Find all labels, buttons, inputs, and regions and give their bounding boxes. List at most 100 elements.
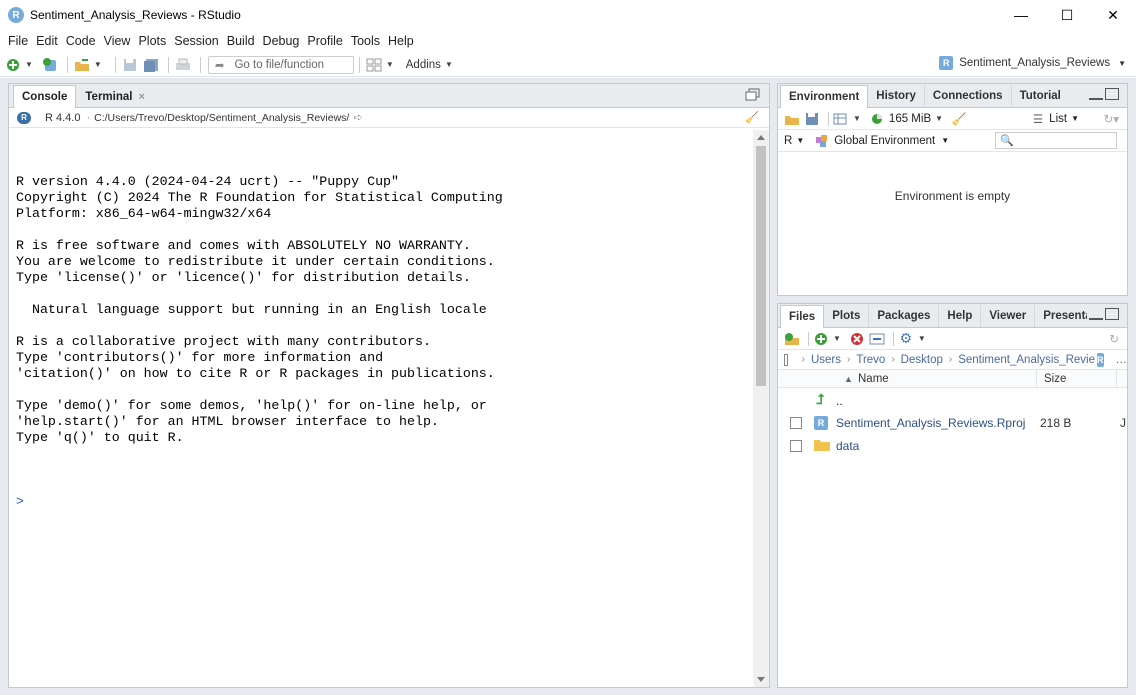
- close-icon[interactable]: ×: [138, 91, 144, 103]
- scroll-thumb[interactable]: [756, 146, 766, 386]
- breadcrumb-trevo[interactable]: Trevo: [856, 354, 885, 366]
- minimize-pane-icon[interactable]: [1089, 88, 1103, 100]
- chevron-down-icon[interactable]: ▼: [445, 60, 453, 69]
- print-icon[interactable]: [174, 56, 192, 74]
- project-menu[interactable]: R Sentiment_Analysis_Reviews ▼: [939, 56, 1126, 70]
- goto-file-input[interactable]: ➦ Go to file/function: [207, 55, 354, 74]
- menu-view[interactable]: View: [100, 34, 135, 48]
- minimize-button[interactable]: —: [998, 0, 1044, 30]
- working-directory[interactable]: C:/Users/Trevo/Desktop/Sentiment_Analysi…: [94, 112, 349, 124]
- column-name[interactable]: Name: [858, 373, 889, 385]
- refresh-icon[interactable]: ↻▾: [1104, 112, 1119, 126]
- grid-layout-icon[interactable]: [365, 56, 383, 74]
- tab-packages[interactable]: Packages: [869, 305, 940, 327]
- chevron-down-icon[interactable]: ▼: [94, 60, 102, 69]
- chevron-down-icon[interactable]: ▼: [833, 334, 841, 343]
- save-all-icon[interactable]: [142, 56, 160, 74]
- chevron-down-icon[interactable]: ▼: [941, 136, 949, 145]
- file-modified: J: [1120, 415, 1126, 430]
- new-file-icon[interactable]: [4, 56, 22, 74]
- view-mode-menu[interactable]: ☰ List ▼: [1033, 112, 1079, 126]
- menu-build[interactable]: Build: [223, 34, 259, 48]
- tab-viewer[interactable]: Viewer: [981, 305, 1036, 327]
- chevron-down-icon[interactable]: ▼: [918, 334, 926, 343]
- more-icon[interactable]: …: [1116, 354, 1128, 366]
- tab-files[interactable]: Files: [780, 305, 825, 328]
- new-project-icon[interactable]: [41, 56, 59, 74]
- addins-menu[interactable]: Addins: [406, 59, 441, 71]
- tab-terminal[interactable]: Terminal ×: [76, 85, 154, 107]
- load-workspace-icon[interactable]: [784, 111, 800, 127]
- breadcrumb-desktop[interactable]: Desktop: [901, 354, 943, 366]
- maximize-button[interactable]: ☐: [1044, 0, 1090, 30]
- console-output[interactable]: R version 4.4.0 (2024-04-24 ucrt) -- "Pu…: [9, 130, 753, 687]
- chevron-down-icon[interactable]: ▼: [386, 60, 394, 69]
- console-prompt[interactable]: >: [16, 494, 753, 510]
- goto-placeholder: Go to file/function: [234, 58, 324, 71]
- language-select[interactable]: R: [784, 135, 792, 147]
- menu-profile[interactable]: Profile: [303, 34, 346, 48]
- rproject-icon: R: [1097, 352, 1104, 367]
- tab-tutorial[interactable]: Tutorial: [1012, 85, 1069, 107]
- delete-icon[interactable]: [849, 331, 865, 347]
- rename-icon[interactable]: [869, 331, 885, 347]
- tab-history[interactable]: History: [868, 85, 925, 107]
- new-folder-icon[interactable]: [784, 331, 800, 347]
- menu-code[interactable]: Code: [62, 34, 100, 48]
- pane-restore-button[interactable]: [745, 88, 761, 102]
- breadcrumb-users[interactable]: Users: [811, 354, 841, 366]
- console-line: Type 'contributors()' for more informati…: [16, 350, 384, 365]
- open-file-icon[interactable]: [73, 56, 91, 74]
- menu-plots[interactable]: Plots: [134, 34, 170, 48]
- menu-file[interactable]: File: [4, 34, 32, 48]
- console-line: Type 'license()' or 'licence()' for dist…: [16, 270, 471, 285]
- file-checkbox[interactable]: [790, 439, 802, 452]
- goto-directory-icon[interactable]: ➪: [353, 111, 362, 124]
- new-blank-file-icon[interactable]: [813, 331, 829, 347]
- select-all-checkbox[interactable]: [784, 353, 788, 366]
- save-workspace-icon[interactable]: [804, 111, 820, 127]
- breadcrumb-project[interactable]: Sentiment_Analysis_Revie: [958, 354, 1095, 366]
- tab-help[interactable]: Help: [939, 305, 982, 327]
- chevron-down-icon[interactable]: ▼: [796, 136, 804, 145]
- file-checkbox[interactable]: [790, 416, 802, 429]
- gear-icon[interactable]: ⚙: [898, 330, 914, 347]
- console-scrollbar[interactable]: [753, 130, 769, 687]
- menu-tools[interactable]: Tools: [347, 34, 384, 48]
- environment-tabs: Environment History Connections Tutorial: [778, 84, 1127, 108]
- tab-plots[interactable]: Plots: [824, 305, 870, 327]
- scroll-up-icon[interactable]: [757, 135, 765, 140]
- chevron-down-icon[interactable]: ▼: [25, 60, 33, 69]
- column-size[interactable]: Size: [1044, 373, 1066, 385]
- tab-environment[interactable]: Environment: [780, 85, 869, 108]
- tab-presentation[interactable]: Presentation: [1035, 305, 1087, 327]
- refresh-icon[interactable]: ↻: [1109, 332, 1119, 346]
- file-name[interactable]: Sentiment_Analysis_Reviews.Rproj: [836, 416, 1025, 430]
- maximize-pane-icon[interactable]: [1105, 308, 1119, 320]
- file-row[interactable]: R Sentiment_Analysis_Reviews.Rproj 218 B…: [778, 411, 1127, 434]
- menu-session[interactable]: Session: [170, 34, 222, 48]
- import-dataset-icon[interactable]: [833, 111, 849, 127]
- chevron-down-icon[interactable]: ▼: [935, 114, 943, 123]
- clear-environment-icon[interactable]: 🧹: [951, 111, 967, 127]
- toolbar-divider: [892, 331, 894, 346]
- save-icon[interactable]: [121, 56, 139, 74]
- menu-edit[interactable]: Edit: [32, 34, 62, 48]
- memory-usage[interactable]: 165 MiB: [889, 113, 931, 125]
- clear-console-icon[interactable]: 🧹: [745, 111, 759, 124]
- tab-console[interactable]: Console: [13, 85, 77, 108]
- menu-help[interactable]: Help: [384, 34, 418, 48]
- chevron-down-icon[interactable]: ▼: [853, 114, 861, 123]
- tab-connections[interactable]: Connections: [925, 85, 1012, 107]
- environment-search-input[interactable]: 🔍: [995, 132, 1117, 149]
- global-environment-select[interactable]: Global Environment: [834, 135, 935, 147]
- file-row[interactable]: data: [778, 434, 1127, 457]
- close-button[interactable]: ✕: [1090, 0, 1136, 30]
- file-row-parent[interactable]: ⮥ ..: [778, 388, 1127, 411]
- minimize-pane-icon[interactable]: [1089, 308, 1103, 320]
- menu-debug[interactable]: Debug: [259, 34, 304, 48]
- scroll-down-icon[interactable]: [757, 677, 765, 682]
- file-name[interactable]: data: [836, 439, 859, 453]
- maximize-pane-icon[interactable]: [1105, 88, 1119, 100]
